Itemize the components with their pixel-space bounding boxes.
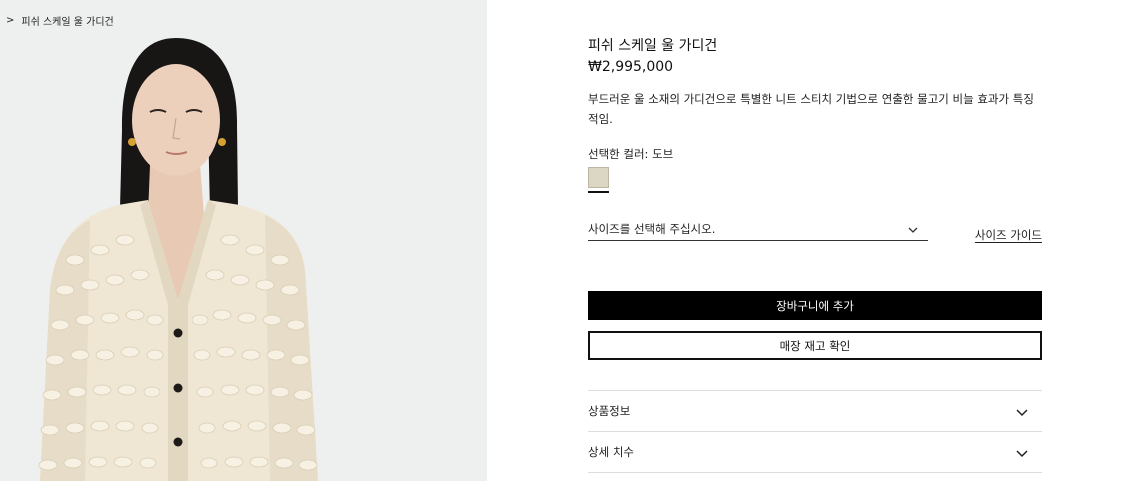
product-title: 피쉬 스케일 울 가디건 — [588, 38, 718, 54]
swatch-selected-indicator — [588, 191, 609, 193]
product-image-panel: > 피쉬 스케일 울 가디건 — [0, 0, 487, 481]
size-guide-link[interactable]: 사이즈 가이드 — [975, 227, 1042, 243]
breadcrumb-item[interactable]: 피쉬 스케일 울 가디건 — [21, 13, 113, 28]
chevron-down-icon — [1016, 406, 1028, 417]
accordion-product-info[interactable]: 상품정보 — [588, 390, 1042, 431]
add-to-cart-button[interactable]: 장바구니에 추가 — [588, 291, 1042, 320]
color-swatch-dove[interactable] — [588, 167, 609, 188]
accordion-label: 상세 치수 — [588, 445, 634, 459]
product-description: 부드러운 울 소재의 가디건으로 특별한 니트 스티치 기법으로 연출한 물고기… — [588, 92, 1034, 126]
size-select[interactable]: 사이즈를 선택해 주십시오. — [588, 218, 928, 241]
breadcrumb: > 피쉬 스케일 울 가디건 — [6, 13, 114, 28]
product-price: ₩2,995,000 — [588, 59, 674, 75]
chevron-right-icon: > — [6, 15, 15, 26]
selected-color-label: 선택한 컬러: 도브 — [588, 147, 674, 161]
chevron-down-icon — [908, 223, 918, 236]
chevron-down-icon — [1016, 447, 1028, 458]
size-select-placeholder: 사이즈를 선택해 주십시오. — [588, 222, 716, 236]
divider — [588, 472, 1042, 473]
check-store-stock-button[interactable]: 매장 재고 확인 — [588, 331, 1042, 360]
product-photo — [38, 38, 318, 481]
accordion-label: 상품정보 — [588, 404, 631, 418]
accordion-detail-size[interactable]: 상세 치수 — [588, 431, 1042, 472]
